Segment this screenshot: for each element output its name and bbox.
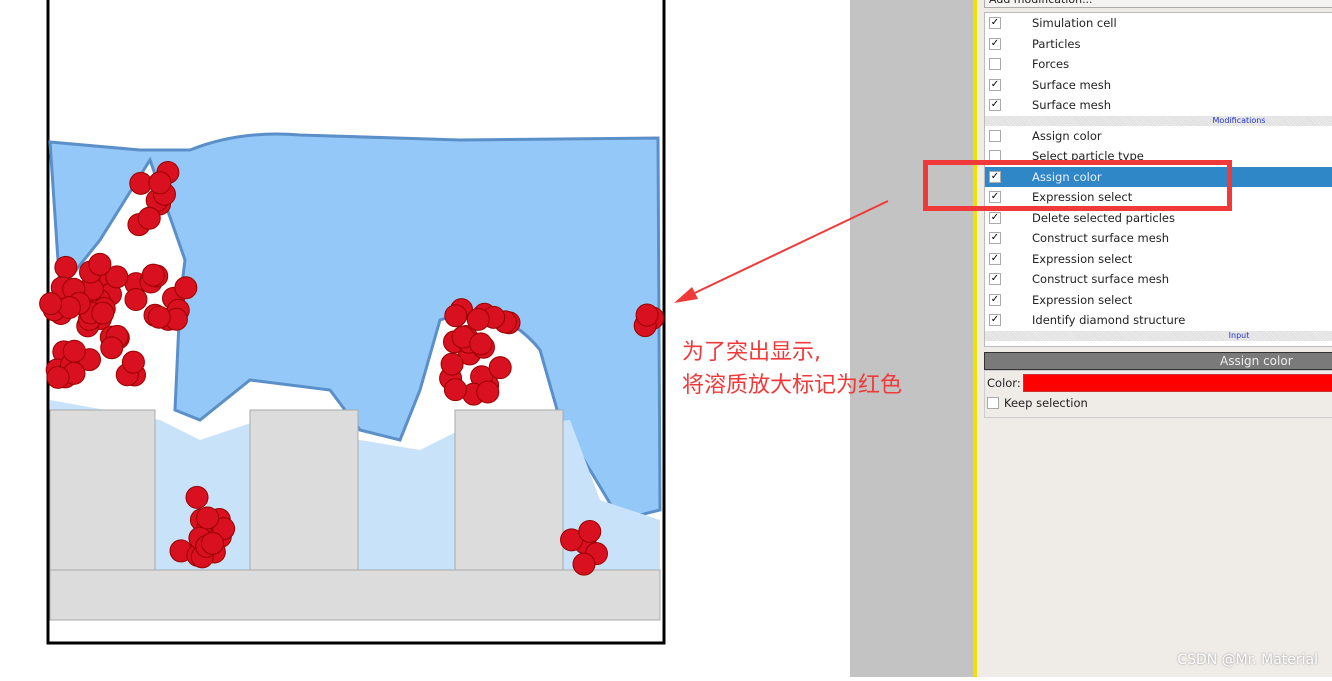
pipeline-item[interactable]: ✓ Surface mesh xyxy=(985,95,1332,116)
solute-particle xyxy=(578,520,602,544)
solute-particle xyxy=(141,263,165,287)
solute-particle xyxy=(121,350,145,374)
checkbox-icon[interactable]: ✓ xyxy=(989,17,1001,30)
solute-particle xyxy=(88,252,112,276)
checkbox-icon[interactable]: ✓ xyxy=(989,293,1001,306)
command-panel: Add modification... ✓ Simulation cell ✓ Par… xyxy=(977,0,1332,677)
solute-particle xyxy=(39,292,63,316)
keep-selection-label: Keep selection xyxy=(1004,396,1088,410)
modifications-header: Modifications xyxy=(985,115,1332,126)
solute-particle xyxy=(444,304,468,328)
annotation-line-2: 将溶质放大标记为红色 xyxy=(682,373,903,398)
solute-particle xyxy=(572,552,596,576)
color-picker[interactable] xyxy=(1022,374,1332,392)
keep-selection-checkbox[interactable]: Keep selection xyxy=(987,396,1088,410)
annotation-arrow xyxy=(674,200,889,303)
watermark: CSDN @Mr. Material xyxy=(1177,652,1318,668)
solute-particle xyxy=(185,485,209,509)
checkbox-icon[interactable]: ✓ xyxy=(989,273,1001,286)
add-modification-dropdown[interactable]: Add modification... xyxy=(984,0,1332,8)
solute-particle xyxy=(440,352,464,376)
checkbox-icon[interactable] xyxy=(989,58,1001,71)
solute-particle xyxy=(466,307,490,331)
pipeline-item-label: Expression select xyxy=(1032,251,1133,266)
properties-title: Assign color xyxy=(984,352,1332,370)
pipeline-item[interactable]: ✓ Identify diamond structure xyxy=(985,310,1332,331)
pipeline-item-label: Delete selected particles xyxy=(1032,210,1176,225)
solute-particle xyxy=(124,288,148,312)
solute-particle xyxy=(148,171,172,195)
checkbox-icon[interactable]: ✓ xyxy=(989,232,1001,245)
checkbox-icon[interactable] xyxy=(987,397,999,409)
pipeline-item[interactable]: ✓ Simulation cell xyxy=(985,13,1332,34)
pipeline-item[interactable]: ✓ Expression select xyxy=(985,290,1332,311)
checkbox-icon[interactable] xyxy=(989,129,1001,142)
solute-particle xyxy=(100,336,124,360)
solute-particle xyxy=(147,305,171,329)
pipeline-item[interactable]: Forces xyxy=(985,54,1332,75)
pipeline-item[interactable]: ✓ Surface mesh xyxy=(985,75,1332,96)
solute-particle xyxy=(57,296,81,320)
solute-particle xyxy=(91,301,115,325)
pipeline-item[interactable]: ✓ Construct surface mesh xyxy=(985,228,1332,249)
solute-particle xyxy=(137,206,161,230)
pipeline-item-label: Surface mesh xyxy=(1032,98,1112,113)
checkbox-icon[interactable]: ✓ xyxy=(989,99,1001,112)
input-header: Input xyxy=(985,330,1332,341)
pipeline-item[interactable]: ✓ Construct surface mesh xyxy=(985,269,1332,290)
checkbox-icon[interactable]: ✓ xyxy=(989,314,1001,327)
checkbox-icon[interactable]: ✓ xyxy=(989,78,1001,91)
solute-particle xyxy=(62,339,86,363)
solute-particle xyxy=(635,303,659,327)
solute-particle xyxy=(443,378,467,402)
solute-particle xyxy=(469,332,493,356)
solute-particle xyxy=(174,276,198,300)
solute-particle xyxy=(196,506,220,530)
pipeline-item-label: Expression select xyxy=(1032,292,1133,307)
pipeline-item-label: Identify diamond structure xyxy=(1032,313,1186,328)
solute-particle xyxy=(201,531,225,555)
pipeline-item-label: Construct surface mesh xyxy=(1032,231,1170,246)
pipeline-item-label: Simulation cell xyxy=(1032,16,1117,31)
pipeline-item-label: Assign color xyxy=(1032,128,1102,143)
checkbox-icon[interactable]: ✓ xyxy=(989,211,1001,224)
color-label: Color: xyxy=(987,376,1021,390)
pipeline-item[interactable]: ✓ Particles xyxy=(985,34,1332,55)
solute-particle xyxy=(476,380,500,404)
pipeline-item[interactable]: ✓ Expression select xyxy=(985,249,1332,270)
checkbox-icon[interactable]: ✓ xyxy=(989,252,1001,265)
pipeline-item-label: Surface mesh xyxy=(1032,77,1112,92)
annotation-text: 为了突出显示, 将溶质放大标记为红色 xyxy=(682,336,902,402)
solute-particle xyxy=(488,356,512,380)
color-row: Color: xyxy=(987,374,1332,392)
pipeline-item[interactable]: Assign color xyxy=(985,126,1332,147)
pipeline-item-label: Particles xyxy=(1032,36,1081,51)
checkbox-icon[interactable]: ✓ xyxy=(989,37,1001,50)
pipeline-item-label: Forces xyxy=(1032,57,1070,72)
solute-particle xyxy=(46,365,70,389)
pipeline-item-label: Construct surface mesh xyxy=(1032,272,1170,287)
annotation-line-1: 为了突出显示, xyxy=(682,340,821,365)
highlight-box xyxy=(923,160,1232,211)
solute-particle xyxy=(54,255,78,279)
